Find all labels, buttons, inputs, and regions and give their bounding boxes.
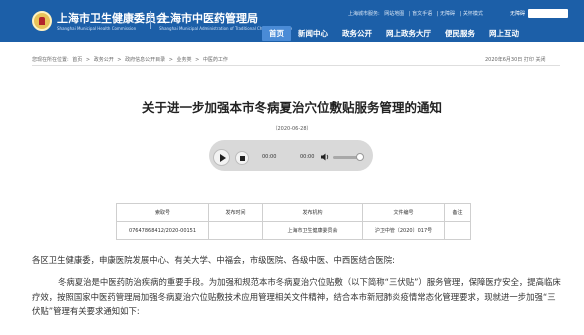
emblem-logo-icon[interactable] (32, 11, 52, 31)
util-link[interactable]: 网站地图 (384, 11, 404, 17)
current-time: 00:00 (262, 154, 277, 160)
breadcrumb-item[interactable]: 首页 (72, 57, 82, 63)
volume-icon[interactable] (320, 152, 330, 162)
publish-date: （2020-06-28） (272, 126, 312, 132)
document-number: 沪卫中管〔2020〕017号 (362, 221, 445, 240)
util-link[interactable]: | 无障碍 (437, 11, 455, 17)
volume-knob[interactable] (356, 153, 364, 161)
page-title: 关于进一步加强本市冬病夏治穴位敷贴服务管理的通知 (141, 100, 442, 115)
document-info-table: 索取号 发布时间 发布机构 文件编号 备注 07647868412/2020-0… (116, 203, 471, 240)
addressee-paragraph: 各区卫生健康委，申康医院发展中心、有关大学、中福会，市级医院、各级中医、中西医结… (32, 255, 395, 265)
page-date: 2020年6月30日 (485, 57, 523, 63)
breadcrumb: 您现在所在位置: 首页 > 政务公开 > 政府信息公开目录 > 业务类 > 中医… (32, 56, 230, 63)
header-divider (150, 11, 151, 29)
breadcrumb-separator: > (168, 57, 173, 63)
breadcrumb-separator: > (85, 57, 91, 63)
site-header: 上海市卫生健康委员会 Shanghai Municipal Health Com… (0, 0, 584, 42)
utility-links: 上海城市服务: 网站地图 | 盲文手语 | 无障碍 | 关怀模式 (348, 10, 486, 17)
main-nav: 首页 新闻中心 政务公开 网上政务大厅 便民服务 网上互动 (262, 26, 526, 41)
breadcrumb-item[interactable]: 政务公开 (94, 57, 114, 63)
table-row: 07647868412/2020-00151 上海市卫生健康委员会 沪卫中管〔2… (116, 221, 471, 240)
util-link[interactable]: 上海城市服务: (348, 11, 380, 17)
table-header: 发布时间 (208, 203, 263, 222)
breadcrumb-item[interactable]: 政府信息公开目录 (125, 57, 165, 63)
stop-icon[interactable] (235, 151, 249, 165)
remarks-cell (444, 221, 471, 240)
table-header: 发布机构 (262, 203, 363, 222)
print-close-links[interactable]: 打印 关闭 (524, 57, 546, 63)
breadcrumb-separator: > (117, 57, 122, 63)
date-tools: 2020年6月30日 打印 关闭 (485, 56, 545, 63)
play-icon[interactable] (213, 149, 230, 166)
index-number: 07647868412/2020-00151 (116, 221, 209, 240)
table-header: 文件编号 (362, 203, 445, 222)
publisher: 上海市卫生健康委员会 (262, 221, 363, 240)
nav-services[interactable]: 便民服务 (438, 26, 482, 41)
breadcrumb-item[interactable]: 业务类 (177, 57, 192, 63)
table-header-row: 索取号 发布时间 发布机构 文件编号 备注 (116, 203, 471, 222)
publish-time-cell (208, 221, 263, 240)
accessibility-link[interactable]: 无障碍 (510, 10, 525, 17)
table-header: 备注 (444, 203, 471, 222)
nav-online-hall[interactable]: 网上政务大厅 (379, 26, 438, 41)
nav-gov-open[interactable]: 政务公开 (335, 26, 379, 41)
breadcrumb-item[interactable]: 中医药工作 (203, 57, 228, 63)
breadcrumb-separator: > (195, 57, 200, 63)
divider (32, 65, 560, 66)
search-input[interactable] (528, 9, 568, 18)
site-name-english: Shanghai Municipal Health Commission (57, 26, 137, 31)
util-link[interactable]: | 盲文手语 (409, 11, 432, 17)
breadcrumb-label: 您现在所在位置: (32, 57, 69, 63)
nav-home[interactable]: 首页 (262, 26, 291, 41)
nav-news[interactable]: 新闻中心 (291, 26, 335, 41)
util-link[interactable]: | 关怀模式 (460, 11, 483, 17)
table-header: 索取号 (116, 203, 209, 222)
site-name-tcm[interactable]: 上海市中医药管理局 (159, 10, 258, 26)
total-time: 00:00 (300, 154, 315, 160)
body-paragraph: 冬病夏治是中医药防治疾病的重要手段。为加强和规范本市冬病夏治穴位贴敷（以下简称“… (32, 277, 561, 316)
nav-interaction[interactable]: 网上互动 (482, 26, 526, 41)
